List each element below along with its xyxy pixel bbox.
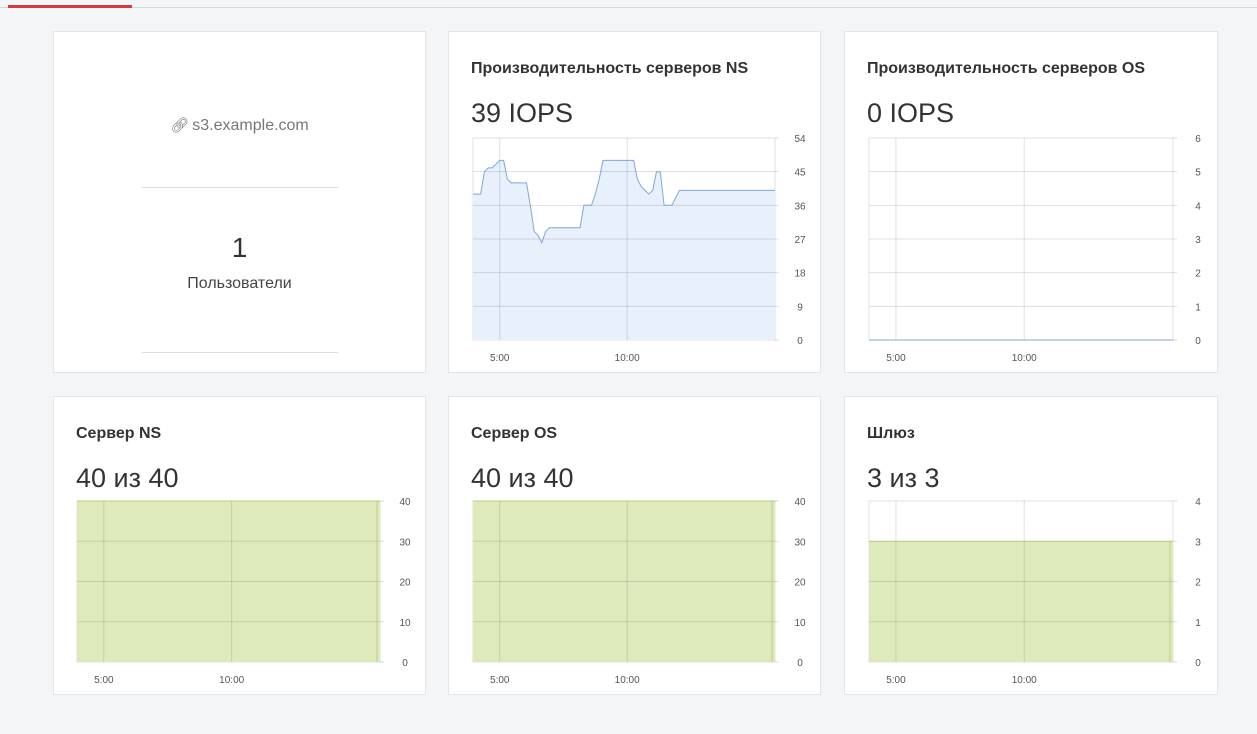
y-tick-label: 0 xyxy=(1195,658,1201,669)
x-tick-label: 5:00 xyxy=(886,353,906,364)
os-performance-chart: 0 1 2 3 4 5 6 5:00 10:00 xyxy=(868,134,1201,364)
y-tick-label: 40 xyxy=(399,497,411,508)
y-tick-label: 5 xyxy=(1195,168,1201,179)
summary-card: 🔗︎ s3.example.com 1 Пользователи xyxy=(53,31,426,373)
x-tick-label: 5:00 xyxy=(490,675,510,686)
y-tick-label: 0 xyxy=(1195,336,1201,347)
y-tick-label: 45 xyxy=(794,168,806,179)
y-tick-label: 3 xyxy=(1195,235,1201,246)
y-tick-label: 18 xyxy=(794,269,806,280)
y-tick-label: 54 xyxy=(794,134,806,145)
active-tab-indicator xyxy=(8,5,132,8)
y-tick-label: 9 xyxy=(797,302,803,313)
os-performance-card[interactable]: Производительность серверов OS 0 IOPS 01… xyxy=(844,31,1218,373)
y-tick-label: 4 xyxy=(1195,497,1201,508)
x-tick-label: 5:00 xyxy=(886,675,906,686)
os-server-card[interactable]: Сервер OS 40 из 40 0 10 20 30 40 5:00 10:00 xyxy=(448,396,821,695)
os-server-chart: 0 10 20 30 40 5:00 10:00 xyxy=(472,497,806,686)
y-tick-label: 2 xyxy=(1195,578,1201,589)
host-name[interactable]: s3.example.com xyxy=(192,117,309,134)
y-tick-label: 1 xyxy=(1195,302,1201,313)
user-count: 1 xyxy=(231,232,248,263)
y-tick-label: 4 xyxy=(1195,201,1201,212)
y-tick-label: 30 xyxy=(794,537,806,548)
user-label: Пользователи xyxy=(187,275,292,292)
y-tick-label: 6 xyxy=(1195,134,1201,145)
x-tick-label: 5:00 xyxy=(94,675,114,686)
ns-server-chart: 0 10 20 30 40 5:00 10:00 xyxy=(76,497,411,686)
y-tick-label: 0 xyxy=(797,336,803,347)
x-tick-label: 10:00 xyxy=(615,353,640,364)
x-tick-label: 5:00 xyxy=(490,353,510,364)
x-tick-label: 10:00 xyxy=(1012,353,1037,364)
gateway-chart: 0 1 2 3 4 5:00 10:00 xyxy=(868,497,1201,686)
y-tick-label: 30 xyxy=(399,537,411,548)
ns-performance-card[interactable]: Производительность серверов NS 39 IOPS 0… xyxy=(448,31,821,373)
series-area xyxy=(869,541,1173,662)
ns-server-card[interactable]: Сервер NS 40 из 40 0 10 20 30 40 5:00 10:00 xyxy=(53,396,426,695)
summary-divider-top xyxy=(142,187,338,188)
y-tick-label: 2 xyxy=(1195,269,1201,280)
y-tick-label: 40 xyxy=(794,497,806,508)
x-tick-label: 10:00 xyxy=(1012,675,1037,686)
summary-divider-bottom xyxy=(142,352,338,353)
y-tick-label: 0 xyxy=(402,658,408,669)
x-tick-label: 10:00 xyxy=(219,675,244,686)
link-icon: 🔗︎ xyxy=(170,117,190,134)
y-tick-label: 36 xyxy=(794,201,806,212)
y-tick-label: 10 xyxy=(399,618,411,629)
host-link[interactable]: 🔗︎ s3.example.com xyxy=(54,116,425,135)
y-tick-label: 0 xyxy=(797,658,803,669)
y-tick-label: 27 xyxy=(794,235,806,246)
y-tick-label: 1 xyxy=(1195,618,1201,629)
y-tick-label: 20 xyxy=(794,578,806,589)
y-tick-label: 3 xyxy=(1195,537,1201,548)
top-divider xyxy=(0,7,1257,8)
gateway-card[interactable]: Шлюз 3 из 3 0 1 2 3 4 5:00 10:00 xyxy=(844,396,1218,695)
y-tick-label: 10 xyxy=(794,618,806,629)
y-tick-label: 20 xyxy=(399,578,411,589)
x-tick-label: 10:00 xyxy=(615,675,640,686)
ns-performance-chart: 0 9 18 27 36 45 54 5:00 10:00 xyxy=(472,134,806,364)
